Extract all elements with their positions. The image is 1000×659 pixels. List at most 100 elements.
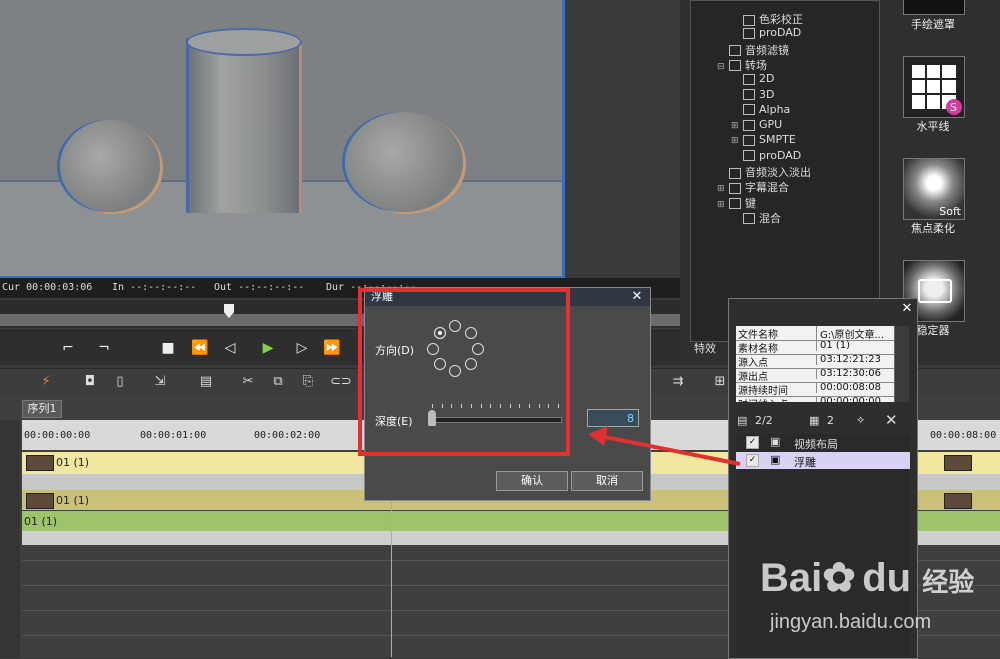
- info-row: 时间线入点 00:00:00:00: [736, 396, 894, 402]
- direction-radio-se[interactable]: [465, 358, 477, 370]
- folder-icon: [743, 73, 755, 85]
- clip-thumbnail: [944, 493, 972, 509]
- delete-effect-icon[interactable]: ✕: [885, 411, 898, 429]
- thumb-label-horizontal-line: 水平线: [916, 120, 950, 133]
- import-icon[interactable]: ⇲: [150, 373, 170, 391]
- expander-icon[interactable]: ⊞: [731, 136, 739, 146]
- render-icon[interactable]: ⇉: [668, 373, 688, 391]
- folder-icon: [729, 182, 741, 194]
- step-forward-icon[interactable]: ▷: [290, 337, 314, 359]
- tree-item[interactable]: 3D: [731, 88, 774, 101]
- tree-item[interactable]: proDAD: [731, 26, 801, 39]
- mark-in-icon[interactable]: ⌐: [56, 337, 80, 359]
- info-value: 03:12:21:23: [816, 354, 894, 365]
- emboss-dialog: 浮雕 ✕ 方向(D) 深度(E) 8 确认 取消: [364, 287, 651, 501]
- mark-out-icon[interactable]: ¬: [92, 337, 116, 359]
- slider-tick: [441, 404, 443, 408]
- tree-item-label: 色彩校正: [759, 13, 803, 26]
- new-file-icon[interactable]: ▯: [110, 373, 130, 391]
- slider-tick: [432, 404, 433, 408]
- play-icon[interactable]: ▶: [256, 337, 280, 359]
- info-value: 00:00:00:00: [816, 396, 894, 402]
- folder-icon: [743, 213, 755, 225]
- tree-item-label: 音频淡入淡出: [745, 166, 811, 179]
- folder-icon: [743, 27, 755, 39]
- effect-label: 浮雕: [794, 456, 816, 469]
- effect-list-item[interactable]: ✓ ▣ 视频布局: [736, 434, 910, 451]
- direction-label: 方向(D): [375, 344, 415, 357]
- tree-item-label: Alpha: [759, 102, 791, 116]
- thumb-soft-focus[interactable]: Soft: [903, 158, 965, 220]
- paste-icon[interactable]: ⎘: [298, 373, 318, 391]
- link-icon[interactable]: ⊂⊃: [330, 373, 352, 391]
- effect-list-item[interactable]: ✓ ▣ 浮雕: [736, 452, 910, 469]
- tree-item[interactable]: ⊟ 转场: [717, 57, 767, 73]
- effect-wand-icon[interactable]: ⚡: [36, 373, 56, 391]
- folder-icon: [743, 134, 755, 146]
- tree-item[interactable]: ⊞ GPU: [731, 118, 782, 131]
- clip-thumbnail: [26, 455, 54, 471]
- direction-radio-s[interactable]: [449, 365, 461, 377]
- tree-item[interactable]: Alpha: [731, 103, 790, 116]
- tree-item-label: 转场: [745, 58, 767, 72]
- save-icon[interactable]: ▤: [196, 373, 216, 391]
- stop-icon[interactable]: ■: [156, 337, 180, 359]
- copy-icon[interactable]: ⧉: [268, 373, 288, 391]
- expander-icon[interactable]: ⊞: [717, 184, 725, 194]
- tree-item[interactable]: 2D: [731, 72, 774, 85]
- tree-item[interactable]: ⊞ 键: [717, 195, 756, 211]
- timecode-in: In --:--:--:--: [112, 282, 197, 293]
- info-key: 源出点: [738, 372, 768, 383]
- expander-icon[interactable]: ⊟: [717, 62, 725, 72]
- ruler-tick-label: 00:00:02:00: [254, 430, 321, 441]
- direction-radio-selected[interactable]: [434, 327, 446, 339]
- tree-item[interactable]: 音频滤镜: [717, 42, 789, 58]
- direction-radio-w[interactable]: [427, 343, 439, 355]
- tree-item[interactable]: 音频淡入淡出: [717, 164, 811, 180]
- cancel-button[interactable]: 取消: [571, 471, 643, 491]
- grid-view-icon[interactable]: ⊞: [710, 373, 730, 391]
- direction-radio-nw[interactable]: [449, 320, 461, 332]
- folder-icon: [729, 60, 741, 72]
- timecode-cur: Cur 00:00:03:06: [2, 282, 93, 293]
- depth-input[interactable]: 8: [587, 409, 639, 427]
- effect-checkbox[interactable]: ✓: [746, 454, 759, 467]
- tab-sequence-1[interactable]: 序列1: [22, 400, 62, 418]
- depth-slider-thumb[interactable]: [428, 410, 436, 426]
- slider-tick: [519, 404, 521, 408]
- ok-button[interactable]: 确认: [496, 471, 568, 491]
- expander-icon[interactable]: ⊞: [717, 200, 725, 210]
- tree-item-label: GPU: [759, 118, 783, 132]
- thumb-horizontal-line[interactable]: S: [903, 56, 965, 118]
- slider-tick: [451, 404, 453, 408]
- tree-item[interactable]: 色彩校正: [731, 11, 803, 27]
- keyframe-icon[interactable]: ⟡: [857, 413, 864, 427]
- tree-item-label: proDAD: [759, 26, 802, 40]
- folder-icon: [743, 150, 755, 162]
- tree-item[interactable]: ⊞ SMPTE: [731, 133, 796, 146]
- cut-icon[interactable]: ✂: [238, 373, 258, 391]
- tree-item[interactable]: proDAD: [731, 149, 801, 162]
- thumb-hand-mask[interactable]: [903, 0, 965, 15]
- fast-forward-icon[interactable]: ⏩: [320, 337, 344, 359]
- effect-checkbox[interactable]: ✓: [746, 436, 759, 449]
- camera-icon[interactable]: ◘: [80, 373, 100, 391]
- track-header-gutter: [0, 420, 20, 657]
- expander-icon[interactable]: ⊞: [731, 121, 739, 131]
- direction-radio-e[interactable]: [472, 343, 484, 355]
- close-icon[interactable]: ✕: [630, 288, 644, 306]
- direction-radio-sw[interactable]: [434, 358, 446, 370]
- tree-item[interactable]: ⊞ 字幕混合: [717, 179, 789, 195]
- depth-slider-track[interactable]: [430, 417, 562, 423]
- tree-item[interactable]: 混合: [731, 210, 781, 226]
- info-scrollbar[interactable]: [894, 326, 909, 402]
- rewind-icon[interactable]: ⏪: [188, 337, 212, 359]
- direction-radio-ne[interactable]: [465, 327, 477, 339]
- folder-icon: [729, 167, 741, 179]
- step-back-icon[interactable]: ◁: [218, 337, 242, 359]
- folder-icon: [729, 45, 741, 57]
- slider-tick: [499, 404, 501, 408]
- info-row: 素材名称 01 (1): [736, 340, 894, 355]
- clip-label: 01 (1): [24, 515, 58, 528]
- close-icon[interactable]: ✕: [899, 301, 915, 317]
